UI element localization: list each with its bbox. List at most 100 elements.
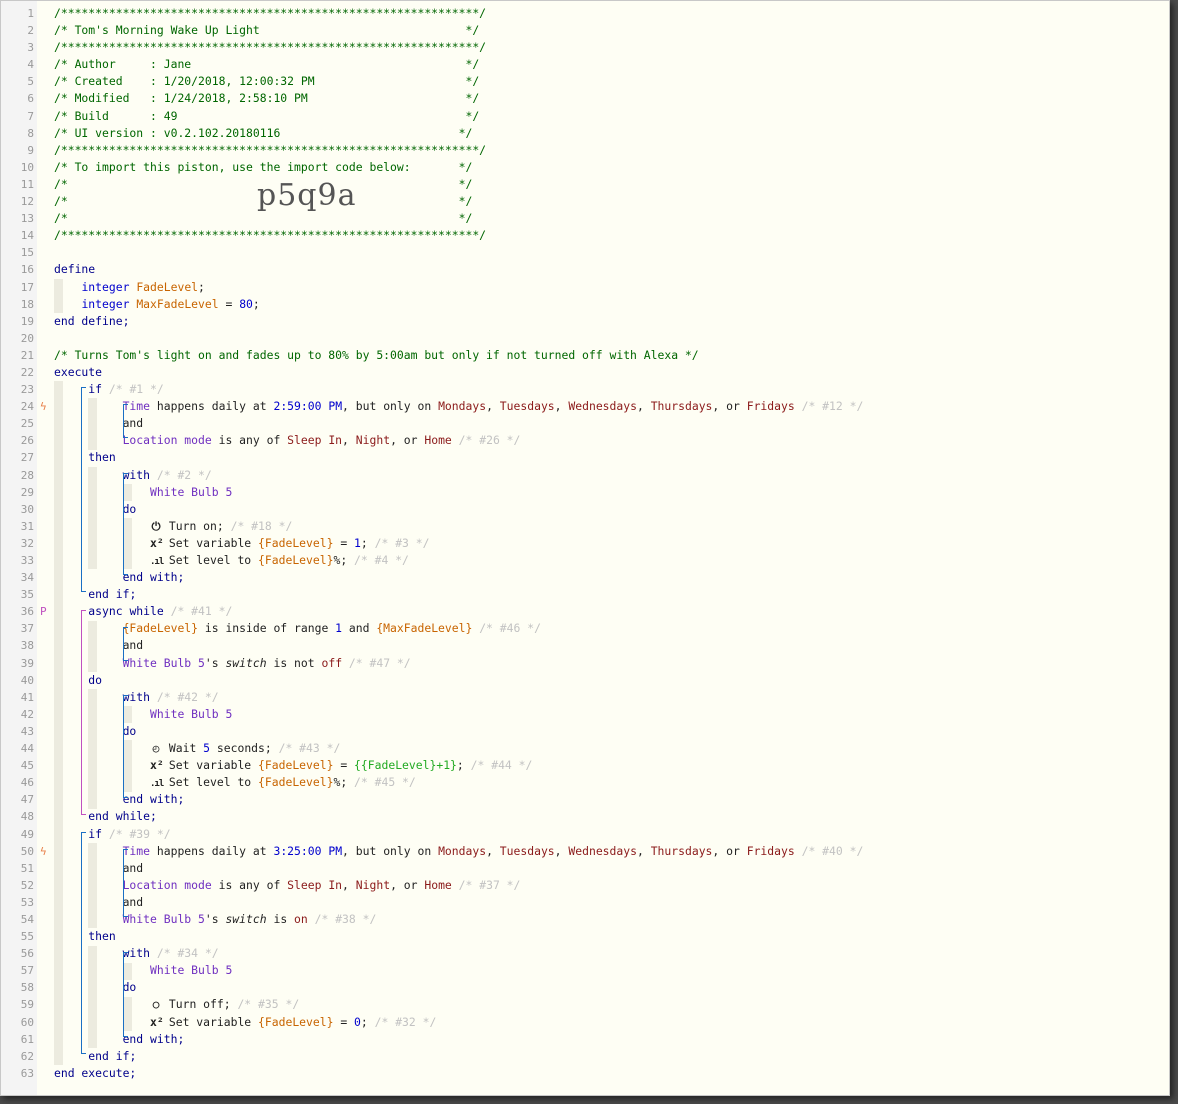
code-line[interactable]: 35 end if;	[1, 586, 1169, 603]
code-line[interactable]: 8 /* UI version : v0.2.102.20180116 */	[1, 125, 1169, 142]
code-line[interactable]: 9 /**************************************…	[1, 142, 1169, 159]
code-line[interactable]: 44 ◴ Wait 5 seconds; /* #43 */	[1, 740, 1169, 757]
literal-value: 1	[335, 621, 343, 636]
comment: /***************************************…	[54, 142, 487, 157]
code-line[interactable]: 12/* */p5q9a	[1, 180, 1169, 210]
code-line[interactable]: 62 end if;	[1, 1048, 1169, 1065]
power-icon: ⏻	[151, 518, 161, 533]
keyword: end execute;	[54, 1065, 137, 1080]
statement-id: /* #40 */	[801, 843, 864, 858]
code-line[interactable]: 55 then	[1, 928, 1169, 945]
code-line[interactable]: 15	[1, 244, 1169, 261]
device-name: White Bulb 5	[150, 706, 233, 721]
statement-id: /* #35 */	[237, 997, 300, 1012]
code-line[interactable]: 27 then	[1, 449, 1169, 466]
code-line[interactable]: 52 Location mode is any of Sleep In, Nig…	[1, 877, 1169, 894]
device-name: White Bulb 5	[150, 963, 233, 978]
code-line[interactable]: 6 /* Modified : 1/24/2018, 2:58:10 PM */	[1, 90, 1169, 107]
code-line[interactable]: 33 .ıl Set level to {FadeLevel}%; /* #4 …	[1, 552, 1169, 569]
code-line[interactable]: 53 and	[1, 894, 1169, 911]
code-line[interactable]: 57 White Bulb 5	[1, 962, 1169, 979]
code-line[interactable]: 1 /**************************************…	[1, 5, 1169, 22]
statement-id: /* #34 */	[156, 946, 219, 961]
parallel-marker: P	[40, 605, 47, 619]
line-number: 8	[27, 126, 34, 140]
code-line[interactable]: 48 end while;	[1, 808, 1169, 825]
code-line[interactable]: 60 x² Set variable {FadeLevel} = 0; /* #…	[1, 1014, 1169, 1031]
code-line[interactable]: 42 White Bulb 5	[1, 706, 1169, 723]
code-line[interactable]: 36 P async while /* #41 */	[1, 603, 1169, 620]
code-line[interactable]: 4 /* Author : Jane */	[1, 56, 1169, 73]
value: Tuesdays	[499, 399, 555, 414]
line-number: 1	[27, 7, 34, 20]
device-name: White Bulb 5	[150, 484, 233, 499]
block-bracket	[122, 848, 128, 918]
code-line[interactable]: 49 if /* #39 */	[1, 826, 1169, 843]
value: Fridays	[746, 399, 795, 414]
statement-id: /* #42 */	[156, 689, 219, 704]
code-line[interactable]: 56 with /* #34 */	[1, 945, 1169, 962]
line-number: 10	[20, 160, 34, 174]
code-line[interactable]: 51 and	[1, 860, 1169, 877]
line-number: 20	[20, 331, 34, 345]
code-line[interactable]: 39 White Bulb 5's switch is not off /* #…	[1, 655, 1169, 672]
statement-id: /* #44 */	[470, 758, 533, 773]
statement-id: /* #18 */	[230, 518, 293, 533]
literal-value: 5	[203, 741, 211, 756]
code-line[interactable]: 38 and	[1, 637, 1169, 654]
code-line[interactable]: 22 execute	[1, 364, 1169, 381]
code-line[interactable]: 40 do	[1, 672, 1169, 689]
code-line[interactable]: 13 /* */	[1, 210, 1169, 227]
code-line[interactable]: 24 ϟ Time happens daily at 2:59:00 PM, bu…	[1, 398, 1169, 415]
statement-id: /* #32 */	[374, 1014, 437, 1029]
code-line[interactable]: 63 end execute;	[1, 1065, 1169, 1082]
code-line[interactable]: 37 {FadeLevel} is inside of range 1 and …	[1, 620, 1169, 637]
code-line[interactable]: 61 end with;	[1, 1031, 1169, 1048]
code-line[interactable]: 2 /* Tom's Morning Wake Up Light */	[1, 22, 1169, 39]
import-code[interactable]: p5q9a	[257, 180, 356, 210]
line-number: 42	[20, 707, 34, 721]
block-bracket	[122, 626, 128, 661]
code-line[interactable]: 58 do	[1, 979, 1169, 996]
code-line[interactable]: 7 /* Build : 49 */	[1, 108, 1169, 125]
line-number: 37	[20, 622, 34, 636]
code-line[interactable]: 41 with /* #42 */	[1, 689, 1169, 706]
code-line[interactable]: 50 ϟ Time happens daily at 3:25:00 PM, bu…	[1, 843, 1169, 860]
code-line[interactable]: 20	[1, 330, 1169, 347]
line-number: 46	[20, 776, 34, 790]
value: Home	[424, 433, 452, 448]
code-line[interactable]: 10 /* To import this piston, use the impo…	[1, 159, 1169, 176]
code-line[interactable]: 34 end with;	[1, 569, 1169, 586]
code-line[interactable]: 43 do	[1, 723, 1169, 740]
code-line[interactable]: 18 integer MaxFadeLevel = 80;	[1, 296, 1169, 313]
variable-ref: {FadeLevel}	[258, 1014, 334, 1029]
value: Thursdays	[650, 843, 713, 858]
code-line[interactable]: 28 with /* #2 */	[1, 467, 1169, 484]
statement-id: /* #1 */	[108, 382, 164, 397]
code-line[interactable]: 59 ○ Turn off; /* #35 */	[1, 996, 1169, 1013]
code-line[interactable]: 32 x² Set variable {FadeLevel} = 1; /* #…	[1, 535, 1169, 552]
code-line[interactable]: 54 White Bulb 5's switch is on /* #38 */	[1, 911, 1169, 928]
code-line[interactable]: 11/* */	[1, 176, 1169, 193]
code-line[interactable]: 16 define	[1, 261, 1169, 278]
code-line[interactable]: 29 White Bulb 5	[1, 484, 1169, 501]
code-line[interactable]: 25 and	[1, 415, 1169, 432]
code-line[interactable]: 5 /* Created : 1/20/2018, 12:00:32 PM */	[1, 73, 1169, 90]
code-line[interactable]: 47 end with;	[1, 791, 1169, 808]
code-line[interactable]: 31 ⏻ Turn on; /* #18 */	[1, 518, 1169, 535]
line-number: 36	[20, 605, 34, 619]
code-line[interactable]: 26 Location mode is any of Sleep In, Nig…	[1, 432, 1169, 449]
code-line[interactable]: 17 integer FadeLevel;	[1, 279, 1169, 296]
code-line[interactable]: 14 /*************************************…	[1, 227, 1169, 244]
code-line[interactable]: 19 end define;	[1, 313, 1169, 330]
code-line[interactable]: 21 /* Turns Tom's light on and fades up t…	[1, 347, 1169, 364]
code-line[interactable]: 30 do	[1, 501, 1169, 518]
block-bracket	[122, 472, 128, 576]
code-line[interactable]: 46 .ıl Set level to {FadeLevel}%; /* #45…	[1, 774, 1169, 791]
keyword: with	[122, 689, 151, 704]
code-line[interactable]: 23 if /* #1 */	[1, 381, 1169, 398]
value: Wednesdays	[568, 843, 637, 858]
code-line[interactable]: 3 /**************************************…	[1, 39, 1169, 56]
value: Home	[424, 877, 452, 892]
code-line[interactable]: 45 x² Set variable {FadeLevel} = {{FadeL…	[1, 757, 1169, 774]
